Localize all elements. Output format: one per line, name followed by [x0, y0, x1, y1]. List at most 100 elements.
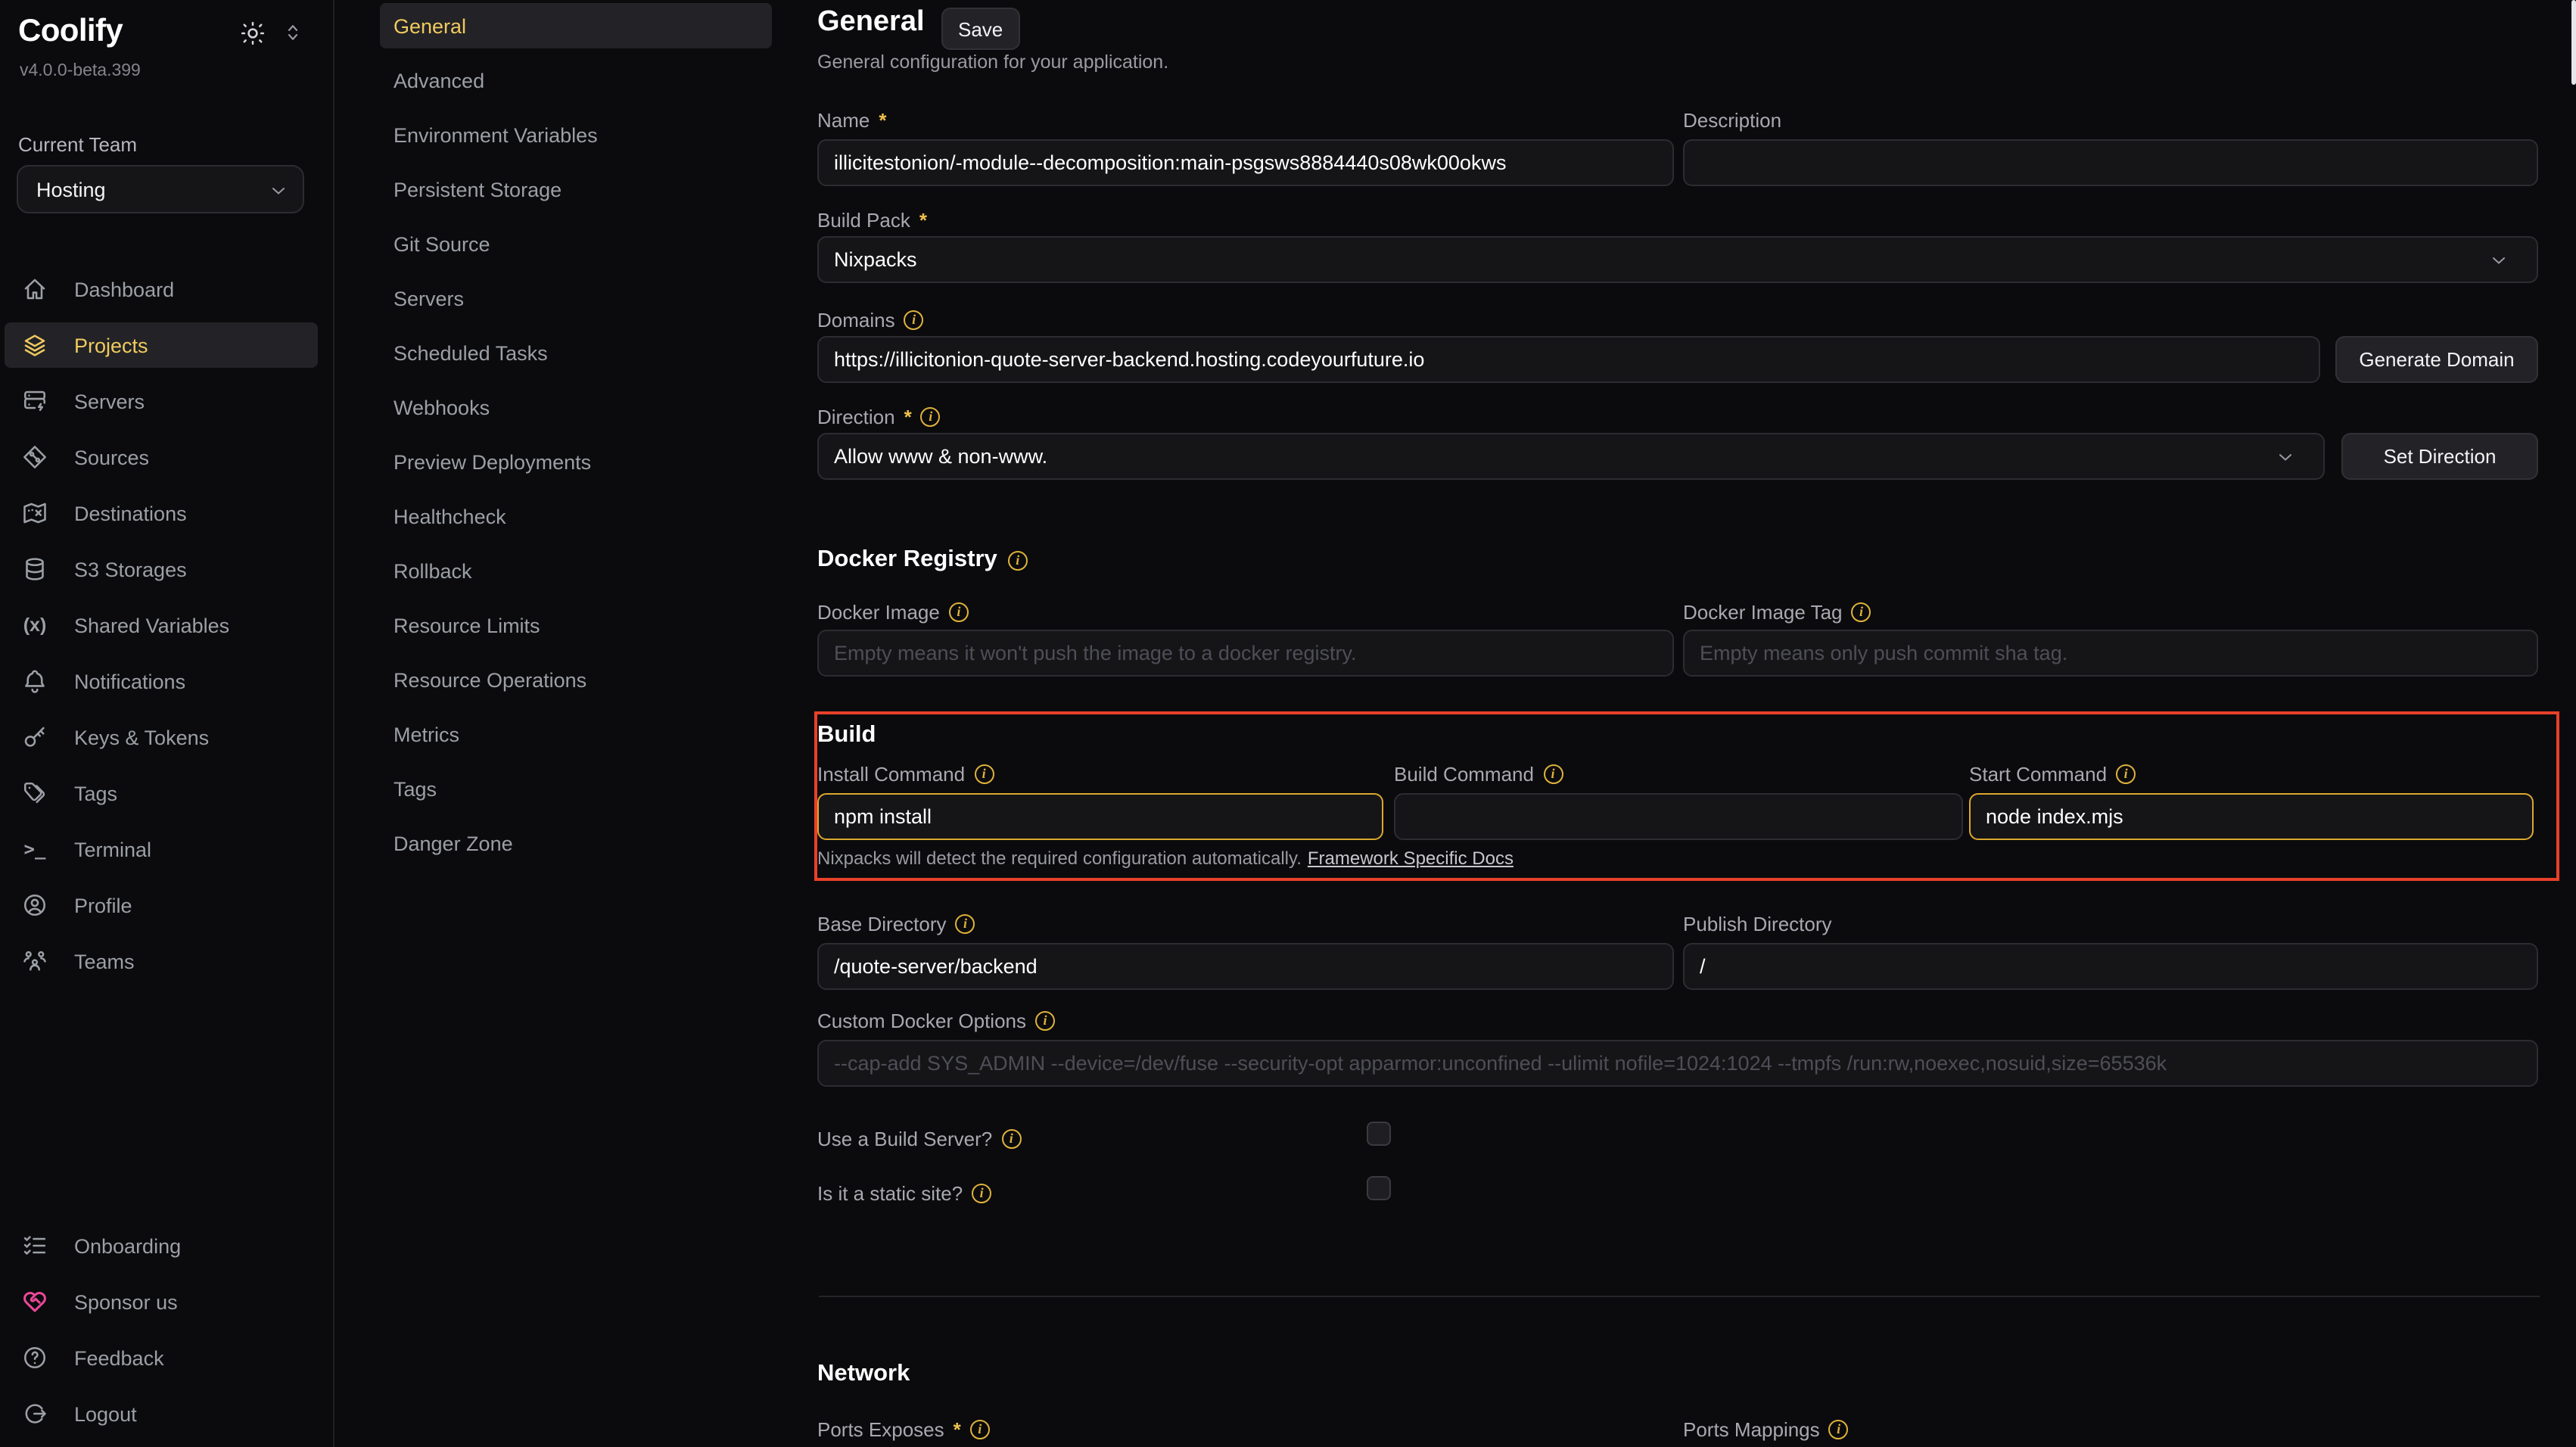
- info-icon[interactable]: [970, 1419, 990, 1439]
- info-icon[interactable]: [1001, 1128, 1021, 1148]
- info-icon[interactable]: [956, 913, 975, 933]
- info-icon[interactable]: [1852, 602, 1871, 621]
- subnav-item-scheduled-tasks[interactable]: Scheduled Tasks: [380, 330, 772, 375]
- sidebar-item-destinations[interactable]: Destinations: [5, 490, 318, 536]
- subnav-item-healthcheck[interactable]: Healthcheck: [380, 493, 772, 539]
- framework-docs-link[interactable]: Framework Specific Docs: [1308, 848, 1514, 869]
- docker-image-tag-input[interactable]: [1683, 630, 2538, 677]
- sidebar-item-feedback[interactable]: Feedback: [5, 1335, 318, 1380]
- sidebar-item-label: S3 Storages: [74, 558, 187, 580]
- sidebar-nav: Dashboard Projects Servers Sources Desti…: [0, 266, 333, 994]
- subnav-item-advanced[interactable]: Advanced: [380, 58, 772, 103]
- build-pack-label: Build Pack*: [817, 207, 927, 232]
- info-icon[interactable]: [1008, 550, 1028, 570]
- subnav-item-servers[interactable]: Servers: [380, 275, 772, 321]
- sidebar-item-logout[interactable]: Logout: [5, 1391, 318, 1436]
- sidebar-item-label: Terminal: [74, 838, 151, 860]
- sidebar-item-sponsor-us[interactable]: Sponsor us: [5, 1279, 318, 1324]
- sidebar-item-profile[interactable]: Profile: [5, 882, 318, 928]
- direction-select[interactable]: Allow www & non-www.: [817, 433, 2325, 480]
- info-icon[interactable]: [972, 1183, 991, 1203]
- sidebar-item-label: Dashboard: [74, 278, 174, 300]
- subnav-item-resource-operations[interactable]: Resource Operations: [380, 657, 772, 702]
- direction-value: Allow www & non-www.: [834, 445, 1047, 468]
- set-direction-button[interactable]: Set Direction: [2341, 433, 2538, 480]
- docker-registry-heading: Docker Registry: [817, 546, 1028, 574]
- save-button[interactable]: Save: [941, 8, 1019, 50]
- base-directory-input[interactable]: [817, 943, 1674, 990]
- map-icon: [21, 499, 48, 527]
- help-circle-icon: [21, 1344, 48, 1371]
- sidebar-item-notifications[interactable]: Notifications: [5, 658, 318, 704]
- required-asterisk: *: [954, 1417, 961, 1440]
- publish-directory-input[interactable]: [1683, 943, 2538, 990]
- docker-image-input[interactable]: [817, 630, 1674, 677]
- name-input[interactable]: [817, 139, 1674, 186]
- description-label: Description: [1683, 107, 1781, 132]
- team-select-value: Hosting: [36, 178, 106, 201]
- page-subtitle: General configuration for your applicati…: [817, 51, 1168, 73]
- install-command-input[interactable]: [817, 793, 1383, 840]
- subnav-item-git-source[interactable]: Git Source: [380, 221, 772, 266]
- subnav-item-webhooks[interactable]: Webhooks: [380, 384, 772, 430]
- generate-domain-button[interactable]: Generate Domain: [2335, 336, 2538, 383]
- description-input[interactable]: [1683, 139, 2538, 186]
- sidebar-item-tags[interactable]: Tags: [5, 770, 318, 816]
- subnav-item-general[interactable]: General: [380, 3, 772, 48]
- subnav-item-tags[interactable]: Tags: [380, 766, 772, 811]
- tag-icon: [21, 780, 48, 807]
- sidebar-item-servers[interactable]: Servers: [5, 378, 318, 424]
- git-icon: [21, 443, 48, 471]
- sidebar-item-s3-storages[interactable]: S3 Storages: [5, 546, 318, 592]
- sidebar-item-terminal[interactable]: >_ Terminal: [5, 826, 318, 872]
- sidebar-item-label: Sources: [74, 446, 149, 468]
- variable-icon: (x): [21, 611, 48, 639]
- sidebar-item-shared-variables[interactable]: (x) Shared Variables: [5, 602, 318, 648]
- subnav-item-rollback[interactable]: Rollback: [380, 548, 772, 593]
- info-icon[interactable]: [974, 764, 994, 783]
- build-pack-select[interactable]: Nixpacks: [817, 236, 2538, 283]
- subnav-item-preview-deployments[interactable]: Preview Deployments: [380, 439, 772, 484]
- domains-input[interactable]: [817, 336, 2320, 383]
- sidebar-item-keys-tokens[interactable]: Keys & Tokens: [5, 714, 318, 760]
- sidebar-item-label: Shared Variables: [74, 614, 229, 636]
- start-command-input[interactable]: [1969, 793, 2534, 840]
- sidebar-item-onboarding[interactable]: Onboarding: [5, 1223, 318, 1268]
- theme-sun-icon[interactable]: [239, 20, 266, 47]
- use-build-server-checkbox[interactable]: [1367, 1122, 1391, 1146]
- start-command-label: Start Command: [1969, 761, 2136, 786]
- subnav-item-danger-zone[interactable]: Danger Zone: [380, 820, 772, 866]
- team-select[interactable]: Hosting: [17, 165, 304, 213]
- sidebar: Coolify v4.0.0-beta.399 Current Team Hos…: [0, 0, 334, 1447]
- sidebar-item-projects[interactable]: Projects: [5, 322, 318, 368]
- static-site-checkbox[interactable]: [1367, 1176, 1391, 1200]
- custom-docker-options-label: Custom Docker Options: [817, 1008, 1055, 1032]
- sidebar-collapse-icon[interactable]: [282, 21, 304, 44]
- info-icon[interactable]: [1829, 1419, 1849, 1439]
- ports-exposes-label: Ports Exposes*: [817, 1417, 990, 1441]
- subnav-item-environment-variables[interactable]: Environment Variables: [380, 112, 772, 157]
- info-icon[interactable]: [1035, 1010, 1055, 1030]
- subnav-item-resource-limits[interactable]: Resource Limits: [380, 602, 772, 648]
- info-icon[interactable]: [921, 406, 941, 426]
- layers-icon: [21, 331, 48, 359]
- build-pack-value: Nixpacks: [834, 248, 917, 271]
- info-icon[interactable]: [949, 602, 969, 621]
- info-icon[interactable]: [2116, 764, 2136, 783]
- subnav-item-persistent-storage[interactable]: Persistent Storage: [380, 166, 772, 212]
- publish-directory-label: Publish Directory: [1683, 911, 1832, 935]
- build-command-input[interactable]: [1394, 793, 1963, 840]
- info-icon[interactable]: [1543, 764, 1563, 783]
- subnav-item-metrics[interactable]: Metrics: [380, 711, 772, 757]
- scrollbar-thumb[interactable]: [2571, 0, 2576, 85]
- server-icon: [21, 387, 48, 415]
- build-heading: Build: [817, 722, 876, 749]
- build-note: Nixpacks will detect the required config…: [817, 848, 1514, 869]
- sidebar-item-label: Notifications: [74, 670, 185, 692]
- custom-docker-options-input[interactable]: [817, 1040, 2538, 1087]
- app-logo[interactable]: Coolify: [18, 14, 123, 50]
- sidebar-item-dashboard[interactable]: Dashboard: [5, 266, 318, 312]
- info-icon[interactable]: [904, 310, 924, 329]
- sidebar-item-teams[interactable]: Teams: [5, 938, 318, 984]
- sidebar-item-sources[interactable]: Sources: [5, 434, 318, 480]
